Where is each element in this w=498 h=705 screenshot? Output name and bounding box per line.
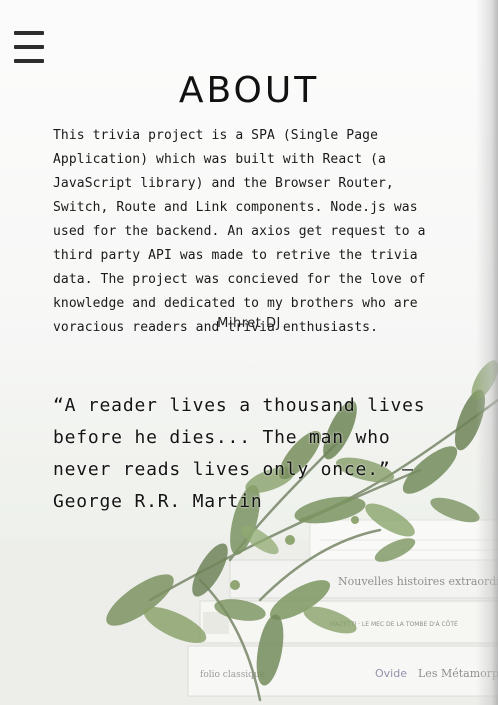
hamburger-menu-icon[interactable] (14, 31, 44, 65)
menu-bar-bottom (14, 59, 44, 63)
about-page: Nouvelles histoires extraordinai MAZETTI… (0, 0, 498, 705)
menu-bar-middle (14, 45, 44, 49)
about-description: This trivia project is a SPA (Single Pag… (53, 128, 426, 335)
menu-bar-top (14, 31, 44, 35)
author-name: Mihret DJ (217, 316, 281, 331)
quote-text: “A reader lives a thousand lives before … (53, 395, 426, 512)
page-title: ABOUT (178, 70, 320, 111)
